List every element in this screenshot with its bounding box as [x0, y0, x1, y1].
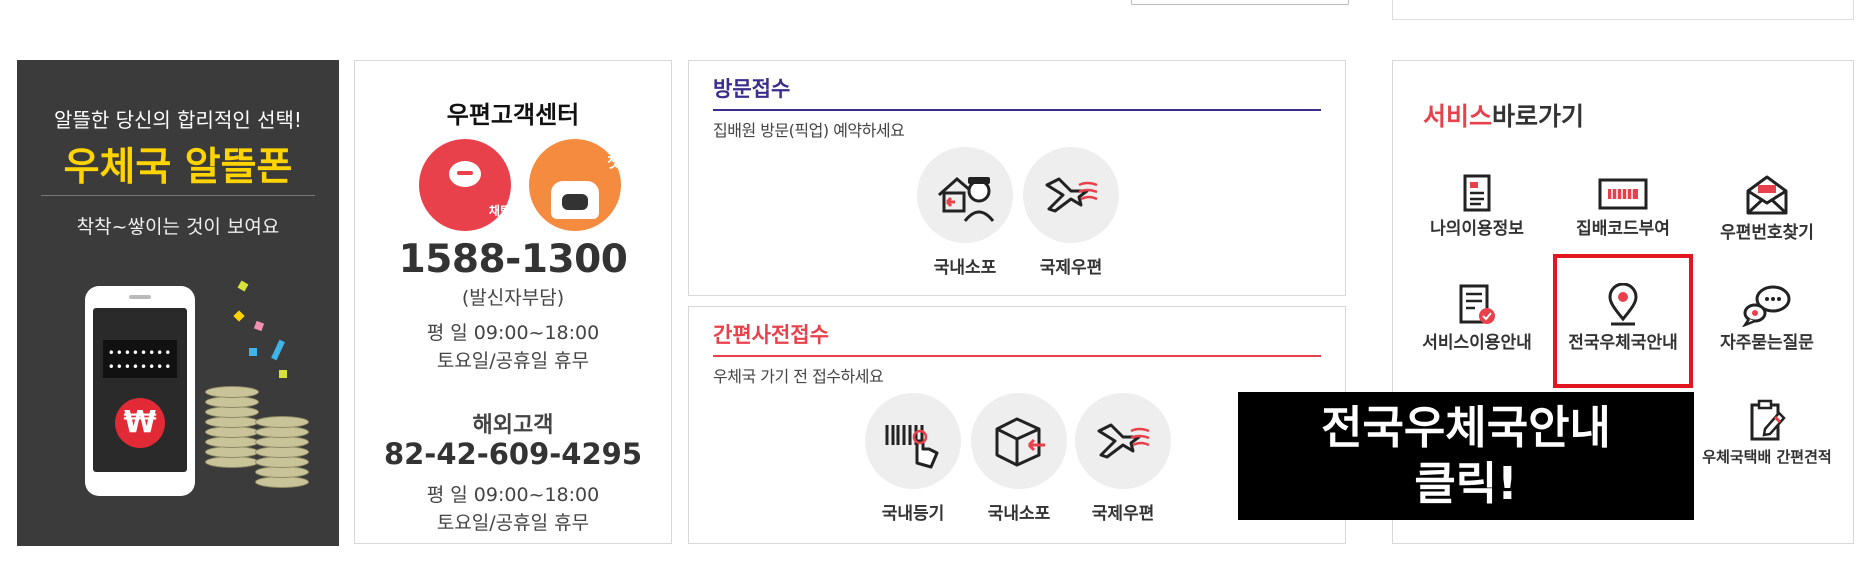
chat-consult-button[interactable]: 채팅상담	[419, 139, 533, 231]
service-guide-link[interactable]: 서비스이용안내	[1407, 283, 1547, 353]
customer-center-panel: 우편고객센터 채팅상담 챗봇 1588-1300 (발신자부담) 평 일 09:…	[354, 60, 672, 544]
phone-illustration: •••••••• •••••••• ₩	[85, 286, 195, 496]
parcel-box-icon	[995, 417, 1045, 467]
faq-label: 자주묻는질문	[1720, 333, 1814, 353]
document-list-icon	[1463, 174, 1491, 212]
phone-screen: •••••••• •••••••• ₩	[93, 308, 187, 472]
international-mail-visit-label[interactable]: 국제우편	[1016, 253, 1126, 278]
visit-pickup-title: 방문접수	[713, 77, 791, 101]
chat-bubble-icon	[449, 161, 481, 187]
confetti-icon	[271, 339, 285, 361]
postcode-search-link[interactable]: 우편번호찾기	[1697, 173, 1837, 243]
my-usage-info-link[interactable]: 나의이용정보	[1407, 173, 1547, 239]
house-courier-icon	[938, 177, 995, 222]
international-mail-pre-label[interactable]: 국제우편	[1068, 499, 1178, 524]
overseas-phone-number: 82-42-609-4295	[383, 437, 643, 471]
domestic-parcel-pre-label[interactable]: 국내소포	[964, 499, 1074, 524]
alddeul-phone-banner[interactable]: 알뜰한 당신의 합리적인 선택! 우체국 알뜰폰 착착~쌓이는 것이 보여요 •…	[17, 60, 339, 546]
service-title-rest: 바로가기	[1492, 102, 1585, 131]
speech-bubbles-icon	[1742, 285, 1791, 327]
banner-divider	[41, 195, 315, 196]
confetti-icon	[253, 320, 265, 332]
overseas-title: 해외고객	[472, 413, 554, 438]
phone-speaker	[129, 295, 151, 299]
domestic-parcel-visit-label[interactable]: 국내소포	[910, 253, 1020, 278]
confetti-icon	[233, 310, 245, 322]
domestic-parcel-visit-button[interactable]	[917, 147, 1013, 243]
airplane-icon	[1045, 177, 1098, 213]
visit-pickup-panel: 방문접수 집배원 방문(픽업) 예약하세요 국내소포 국제우편	[688, 60, 1346, 296]
service-title-accent: 서비스	[1423, 102, 1493, 131]
barcode-label-icon	[1598, 178, 1648, 210]
barcode-hand-icon	[885, 425, 939, 469]
my-usage-info-label: 나의이용정보	[1430, 219, 1524, 239]
envelope-icon	[1746, 175, 1788, 215]
callout-line-2: 클릭!	[1414, 457, 1518, 510]
won-coin-icon: ₩	[115, 398, 165, 448]
instruction-callout: 전국우체국안내 클릭!	[1238, 392, 1694, 520]
chatbot-label: 챗봇	[607, 153, 635, 171]
faq-link[interactable]: 자주묻는질문	[1697, 283, 1837, 353]
service-guide-label: 서비스이용안내	[1422, 333, 1532, 353]
top-right-box	[1392, 0, 1854, 20]
international-mail-visit-button[interactable]	[1023, 147, 1119, 243]
airplane-icon	[1097, 423, 1150, 459]
delivery-code-label: 집배코드부여	[1576, 219, 1670, 239]
top-dropdown[interactable]	[1131, 0, 1349, 5]
parcel-quote-link[interactable]: 우체국택배 간편견적	[1697, 399, 1837, 466]
customer-center-title: 우편고객센터	[446, 101, 580, 129]
overseas-weekday-hours: 평 일 09:00~18:00	[426, 484, 600, 506]
domestic-registered-button[interactable]	[865, 393, 961, 489]
phone-fee-note: (발신자부담)	[461, 287, 565, 309]
domestic-parcel-pre-button[interactable]	[971, 393, 1067, 489]
overseas-weekend-hours: 토요일/공휴일 휴무	[436, 512, 590, 534]
weekday-hours: 평 일 09:00~18:00	[426, 322, 600, 344]
pre-reception-underline	[713, 355, 1321, 357]
pre-reception-desc: 우체국 가기 전 접수하세요	[713, 367, 884, 386]
parcel-quote-label: 우체국택배 간편견적	[1702, 448, 1832, 466]
clipboard-pen-icon	[1750, 399, 1786, 441]
confetti-icon	[279, 370, 287, 378]
weekend-hours: 토요일/공휴일 휴무	[436, 350, 590, 372]
postcode-search-label: 우편번호찾기	[1720, 223, 1814, 243]
delivery-code-link[interactable]: 집배코드부여	[1553, 173, 1693, 239]
visit-pickup-desc: 집배원 방문(픽업) 예약하세요	[713, 121, 905, 140]
confetti-icon	[249, 348, 257, 356]
chatbot-button[interactable]: 챗봇	[529, 139, 635, 231]
robot-icon	[551, 181, 599, 219]
international-mail-pre-button[interactable]	[1075, 393, 1171, 489]
phone-password-dots: •••••••• ••••••••	[103, 340, 177, 378]
customer-phone-number: 1588-1300	[398, 237, 628, 282]
pre-reception-title: 간편사전접수	[713, 323, 829, 347]
domestic-registered-label[interactable]: 국내등기	[858, 499, 968, 524]
visit-pickup-underline	[713, 109, 1321, 111]
callout-line-1: 전국우체국안내	[1321, 401, 1611, 454]
checklist-icon	[1459, 284, 1495, 324]
banner-tagline: 알뜰한 당신의 합리적인 선택!	[54, 108, 302, 132]
confetti-icon	[237, 280, 249, 292]
banner-brand: 우체국 알뜰폰	[63, 145, 293, 190]
post-office-locator-highlight	[1553, 254, 1693, 388]
service-shortcuts-title: 서비스바로가기	[1423, 97, 1584, 133]
banner-subtext: 착착~쌓이는 것이 보여요	[76, 216, 280, 238]
